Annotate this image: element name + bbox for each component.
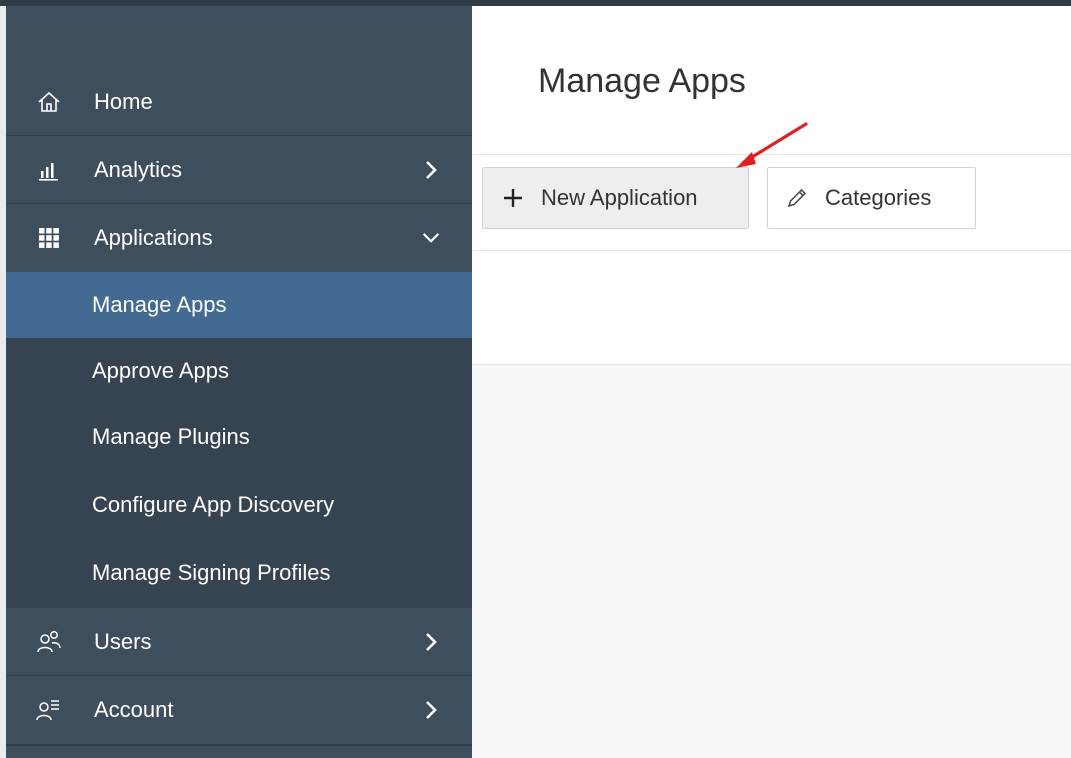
sidebar-item-label: Manage Apps <box>92 292 227 317</box>
sidebar-item-manage-plugins[interactable]: Manage Plugins <box>6 404 472 470</box>
sidebar-item-configure-app-discovery[interactable]: Configure App Discovery <box>6 472 472 538</box>
toolbar: New Application Categories <box>472 155 1071 251</box>
categories-label: Categories <box>825 185 932 210</box>
sidebar-item-manage-apps[interactable]: Manage Apps <box>6 272 472 338</box>
plus-icon <box>501 186 525 210</box>
sidebar-item-label: Manage Signing Profiles <box>92 560 331 585</box>
page-title: Manage Apps <box>538 62 746 100</box>
top-bar <box>0 0 1071 6</box>
sidebar-item-label: Analytics <box>94 156 183 182</box>
main-content: Manage Apps New Application Categories <box>472 6 1071 758</box>
sidebar-item-applications[interactable]: Applications <box>6 204 472 272</box>
chevron-down-icon <box>422 229 440 247</box>
sidebar-item-label: Home <box>94 88 153 114</box>
grid-icon <box>36 225 62 251</box>
chevron-right-icon <box>422 632 440 651</box>
sidebar: Home Analytics Applications Manage Apps … <box>6 0 472 758</box>
sidebar-item-analytics[interactable]: Analytics <box>6 136 472 204</box>
applications-submenu: Manage Apps Approve Apps Manage Plugins … <box>6 272 472 608</box>
bar-chart-icon <box>36 157 62 183</box>
sidebar-item-users[interactable]: Users <box>6 608 472 676</box>
chevron-right-icon <box>422 160 440 179</box>
sidebar-divider <box>6 744 472 746</box>
chevron-right-icon <box>422 701 440 719</box>
home-icon <box>36 89 62 115</box>
sidebar-item-label: Manage Plugins <box>92 424 250 449</box>
new-application-button[interactable]: New Application <box>482 167 749 229</box>
users-icon <box>36 629 62 655</box>
pencil-icon <box>786 187 808 209</box>
sidebar-item-label: Approve Apps <box>92 358 229 383</box>
sidebar-item-manage-signing-profiles[interactable]: Manage Signing Profiles <box>6 540 472 606</box>
content-panel <box>472 251 1071 365</box>
sidebar-item-account[interactable]: Account <box>6 676 472 744</box>
sidebar-item-home[interactable]: Home <box>6 68 472 136</box>
sidebar-item-approve-apps[interactable]: Approve Apps <box>6 338 472 404</box>
page-header: Manage Apps <box>472 6 1071 155</box>
sidebar-item-label: Users <box>94 628 152 654</box>
new-application-label: New Application <box>541 185 698 210</box>
app-window: Home Analytics Applications Manage Apps … <box>0 0 1071 758</box>
categories-button[interactable]: Categories <box>767 167 976 229</box>
account-icon <box>36 697 62 723</box>
sidebar-item-label: Account <box>94 697 174 722</box>
sidebar-item-label: Applications <box>94 225 213 250</box>
sidebar-item-label: Configure App Discovery <box>92 492 335 517</box>
